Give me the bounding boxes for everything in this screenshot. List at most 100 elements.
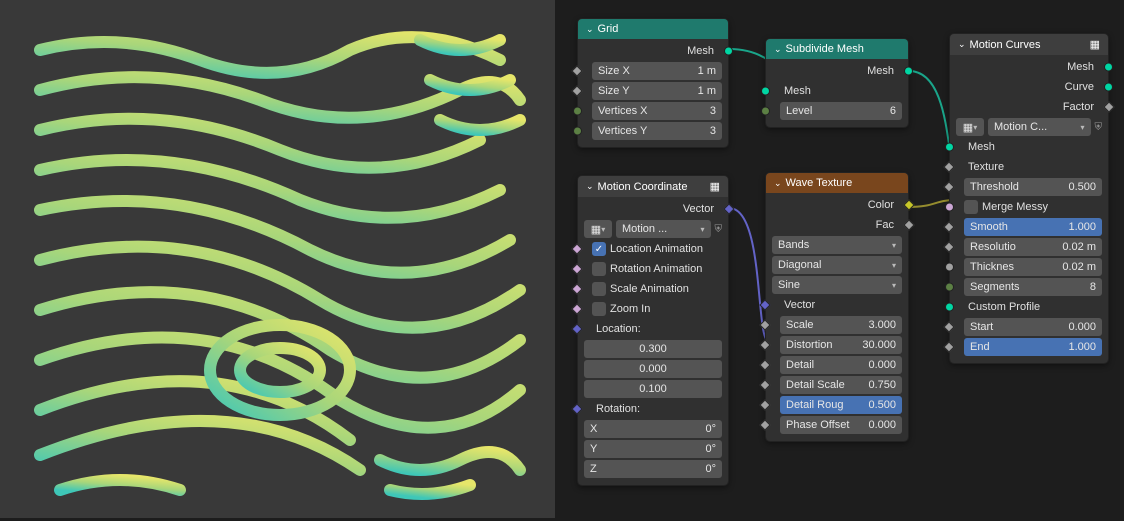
node-grid[interactable]: ⌄ Grid Mesh Size X1 m Size Y1 m Vertices…: [577, 18, 729, 148]
node-editor[interactable]: ⌄ Grid Mesh Size X1 m Size Y1 m Vertices…: [555, 0, 1124, 518]
node-options-icon[interactable]: ▦: [710, 180, 720, 193]
socket-size-y[interactable]: [571, 85, 582, 96]
socket-threshold[interactable]: [943, 181, 954, 192]
socket-detail-scale[interactable]: [759, 379, 770, 390]
socket-end[interactable]: [943, 341, 954, 352]
socket-distortion[interactable]: [759, 339, 770, 350]
socket-scale-anim[interactable]: [571, 283, 582, 294]
field-verts-x[interactable]: Vertices X3: [592, 102, 722, 120]
checkbox-merge[interactable]: [964, 200, 978, 214]
node-header[interactable]: ⌄ Subdivide Mesh: [766, 39, 908, 59]
socket-factor-out[interactable]: [1103, 101, 1114, 112]
socket-phase[interactable]: [759, 419, 770, 430]
field-segments[interactable]: Segments8: [964, 278, 1102, 296]
input-mesh-label: Mesh: [780, 83, 815, 99]
field-distortion[interactable]: Distortion30.000: [780, 336, 902, 354]
field-smooth[interactable]: Smooth1.000: [964, 218, 1102, 236]
socket-fac-out[interactable]: [903, 219, 914, 230]
output-vector-label: Vector: [683, 203, 714, 215]
field-loc-y[interactable]: 0.000: [584, 360, 722, 378]
node-motion-curves[interactable]: ⌄ Motion Curves ▦ Mesh Curve Factor ▦▾ M…: [949, 33, 1109, 364]
socket-vector-out[interactable]: [723, 203, 734, 214]
socket-vector-in[interactable]: [759, 299, 770, 310]
socket-texture[interactable]: [943, 161, 954, 172]
field-verts-y[interactable]: Vertices Y3: [592, 122, 722, 140]
socket-mesh-out[interactable]: [904, 67, 913, 76]
field-level[interactable]: Level6: [780, 102, 902, 120]
socket-rotation[interactable]: [571, 403, 582, 414]
socket-verts-x[interactable]: [573, 107, 582, 116]
socket-zoom-in[interactable]: [571, 303, 582, 314]
node-subdivide-mesh[interactable]: ⌄ Subdivide Mesh Mesh Mesh Level6: [765, 38, 909, 128]
socket-start[interactable]: [943, 321, 954, 332]
socket-profile[interactable]: [945, 303, 954, 312]
socket-mesh-out[interactable]: [724, 47, 733, 56]
dropdown-profile[interactable]: Sine▾: [772, 276, 902, 294]
shield-icon[interactable]: ⛨: [1095, 122, 1103, 133]
preset-dropdown[interactable]: Motion C...▾: [988, 118, 1091, 136]
field-loc-x[interactable]: 0.300: [584, 340, 722, 358]
node-header[interactable]: ⌄ Motion Curves ▦: [950, 34, 1108, 55]
node-title: Motion Coordinate: [598, 181, 688, 193]
preset-icon-button[interactable]: ▦▾: [956, 118, 984, 136]
socket-rot-anim[interactable]: [571, 263, 582, 274]
field-detail-scale[interactable]: Detail Scale0.750: [780, 376, 902, 394]
socket-mesh-in[interactable]: [761, 87, 770, 96]
output-curve-label: Curve: [1065, 81, 1094, 93]
socket-loc-anim[interactable]: [571, 243, 582, 254]
field-loc-z[interactable]: 0.100: [584, 380, 722, 398]
output-mesh-label: Mesh: [687, 45, 714, 57]
checkbox-rot-anim[interactable]: [592, 262, 606, 276]
socket-mesh-out[interactable]: [1104, 63, 1113, 72]
socket-verts-y[interactable]: [573, 127, 582, 136]
field-detail-rough[interactable]: Detail Roug0.500: [780, 396, 902, 414]
field-end[interactable]: End1.000: [964, 338, 1102, 356]
socket-thickness[interactable]: [945, 263, 954, 272]
socket-resolution[interactable]: [943, 241, 954, 252]
field-rot-x[interactable]: X0°: [584, 420, 722, 438]
field-phase[interactable]: Phase Offset0.000: [780, 416, 902, 434]
node-header[interactable]: ⌄ Wave Texture: [766, 173, 908, 193]
viewport-3d[interactable]: [0, 0, 555, 518]
socket-location[interactable]: [571, 323, 582, 334]
field-size-x[interactable]: Size X1 m: [592, 62, 722, 80]
output-color-label: Color: [868, 199, 894, 211]
field-resolution[interactable]: Resolutio0.02 m: [964, 238, 1102, 256]
preset-icon-button[interactable]: ▦▾: [584, 220, 612, 238]
socket-curve-out[interactable]: [1104, 83, 1113, 92]
output-mesh-label: Mesh: [1067, 61, 1094, 73]
field-rot-z[interactable]: Z0°: [584, 460, 722, 478]
shield-icon[interactable]: ⛨: [715, 224, 723, 235]
socket-level[interactable]: [761, 107, 770, 116]
socket-mesh-in[interactable]: [945, 143, 954, 152]
node-header[interactable]: ⌄ Motion Coordinate ▦: [578, 176, 728, 197]
checkbox-scale-anim[interactable]: [592, 282, 606, 296]
socket-size-x[interactable]: [571, 65, 582, 76]
output-mesh-label: Mesh: [867, 65, 894, 77]
socket-detail-rough[interactable]: [759, 399, 770, 410]
chevron-down-icon: ⌄: [774, 44, 782, 55]
checkbox-loc-anim[interactable]: ✓: [592, 242, 606, 256]
field-threshold[interactable]: Threshold0.500: [964, 178, 1102, 196]
field-start[interactable]: Start0.000: [964, 318, 1102, 336]
field-detail[interactable]: Detail0.000: [780, 356, 902, 374]
socket-smooth[interactable]: [943, 221, 954, 232]
checkbox-zoom-in[interactable]: [592, 302, 606, 316]
field-size-y[interactable]: Size Y1 m: [592, 82, 722, 100]
node-wave-texture[interactable]: ⌄ Wave Texture Color Fac Bands▾ Diagonal…: [765, 172, 909, 442]
node-header[interactable]: ⌄ Grid: [578, 19, 728, 39]
socket-merge[interactable]: [945, 203, 954, 212]
socket-detail[interactable]: [759, 359, 770, 370]
dropdown-type[interactable]: Bands▾: [772, 236, 902, 254]
socket-scale[interactable]: [759, 319, 770, 330]
node-motion-coordinates[interactable]: ⌄ Motion Coordinate ▦ Vector ▦▾ Motion .…: [577, 175, 729, 486]
socket-color-out[interactable]: [903, 199, 914, 210]
node-options-icon[interactable]: ▦: [1090, 38, 1100, 51]
label-scale-anim: Scale Animation: [610, 283, 689, 295]
socket-segments[interactable]: [945, 283, 954, 292]
field-rot-y[interactable]: Y0°: [584, 440, 722, 458]
field-scale[interactable]: Scale3.000: [780, 316, 902, 334]
preset-dropdown[interactable]: Motion ...▾: [616, 220, 711, 238]
dropdown-direction[interactable]: Diagonal▾: [772, 256, 902, 274]
field-thickness[interactable]: Thicknes0.02 m: [964, 258, 1102, 276]
